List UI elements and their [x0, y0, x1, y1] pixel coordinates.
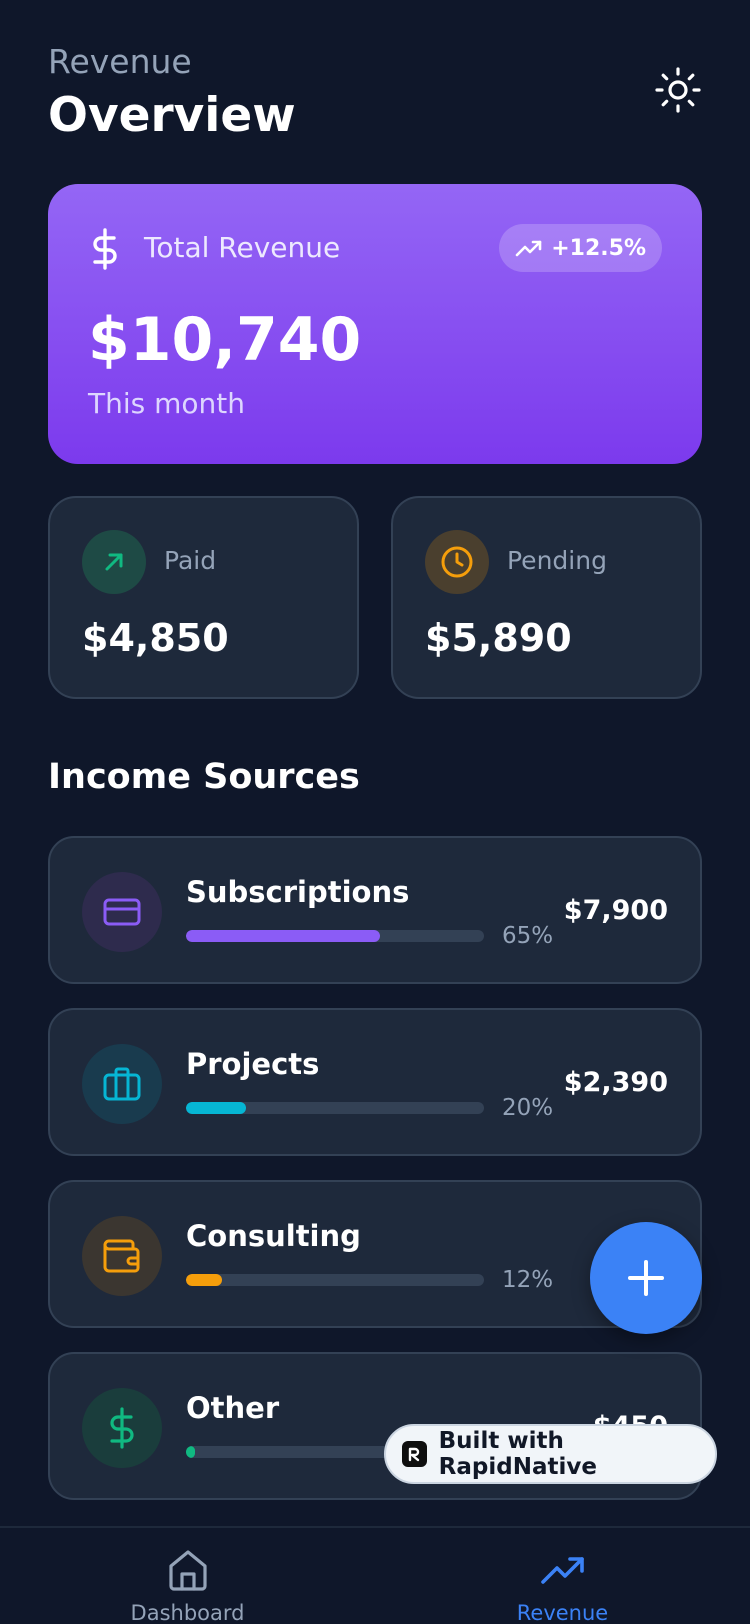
trending-up-icon — [541, 1557, 584, 1584]
source-progress-fill — [186, 1102, 246, 1114]
projects-icon-badge — [82, 1044, 162, 1124]
total-revenue-value: $10,740 — [88, 305, 362, 375]
pending-card[interactable]: Pending $5,890 — [391, 496, 702, 699]
built-with-badge[interactable]: Built with RapidNative — [384, 1424, 717, 1484]
tab-revenue-label: Revenue — [516, 1601, 609, 1624]
paid-icon-badge — [82, 530, 146, 594]
bottom-tab-bar: Dashboard Revenue — [0, 1526, 750, 1624]
add-button[interactable] — [590, 1222, 702, 1334]
source-name: Projects — [186, 1047, 320, 1081]
source-progress-track — [186, 1102, 484, 1114]
dollar-icon — [110, 1407, 134, 1449]
source-percent: 65% — [502, 923, 554, 949]
source-progress-track — [186, 930, 484, 942]
other-icon-badge — [82, 1388, 162, 1468]
credit-card-icon — [103, 898, 141, 926]
header: Revenue Overview — [48, 40, 702, 150]
source-name: Subscriptions — [186, 875, 410, 909]
source-name: Consulting — [186, 1219, 361, 1253]
income-source-subscriptions[interactable]: Subscriptions 65% $7,900 — [48, 836, 702, 984]
source-amount: $2,390 — [563, 1067, 668, 1098]
consulting-icon-badge — [82, 1216, 162, 1296]
tab-dashboard-label: Dashboard — [130, 1601, 245, 1624]
paid-value: $4,850 — [82, 616, 229, 660]
wallet-icon — [103, 1239, 140, 1273]
total-revenue-label: Total Revenue — [144, 231, 341, 264]
pending-value: $5,890 — [425, 616, 572, 660]
growth-badge: +12.5% — [499, 224, 662, 272]
built-with-label: Built with RapidNative — [438, 1428, 597, 1480]
rapidnative-logo-icon — [402, 1441, 427, 1467]
arrow-up-right-icon — [105, 553, 123, 571]
growth-badge-value: +12.5% — [551, 235, 646, 261]
source-progress-track — [186, 1274, 484, 1286]
dollar-icon — [93, 228, 117, 270]
tab-revenue[interactable]: Revenue — [375, 1528, 750, 1624]
paid-label: Paid — [164, 546, 217, 575]
source-name: Other — [186, 1391, 280, 1425]
income-source-projects[interactable]: Projects 20% $2,390 — [48, 1008, 702, 1156]
briefcase-icon — [103, 1067, 141, 1101]
plus-icon — [628, 1260, 664, 1296]
page-subtitle: Revenue — [48, 42, 192, 81]
source-progress-fill — [186, 1446, 195, 1458]
theme-toggle-button[interactable] — [654, 66, 702, 114]
pending-icon-badge — [425, 530, 489, 594]
total-revenue-card[interactable]: Total Revenue +12.5% $10,740 This month — [48, 184, 702, 464]
subscriptions-icon-badge — [82, 872, 162, 952]
clock-icon — [441, 546, 473, 578]
sun-icon — [655, 67, 701, 113]
paid-card[interactable]: Paid $4,850 — [48, 496, 359, 699]
total-revenue-period: This month — [88, 387, 245, 420]
pending-label: Pending — [507, 546, 607, 575]
tab-dashboard[interactable]: Dashboard — [0, 1528, 375, 1624]
source-amount: $7,900 — [563, 895, 668, 926]
home-icon — [169, 1550, 207, 1591]
source-progress-fill — [186, 1274, 222, 1286]
source-progress-fill — [186, 930, 380, 942]
source-percent: 12% — [502, 1267, 554, 1293]
page-title: Overview — [48, 88, 296, 143]
source-percent: 20% — [502, 1095, 554, 1121]
trending-up-icon — [515, 240, 542, 257]
income-sources-heading: Income Sources — [48, 757, 360, 797]
